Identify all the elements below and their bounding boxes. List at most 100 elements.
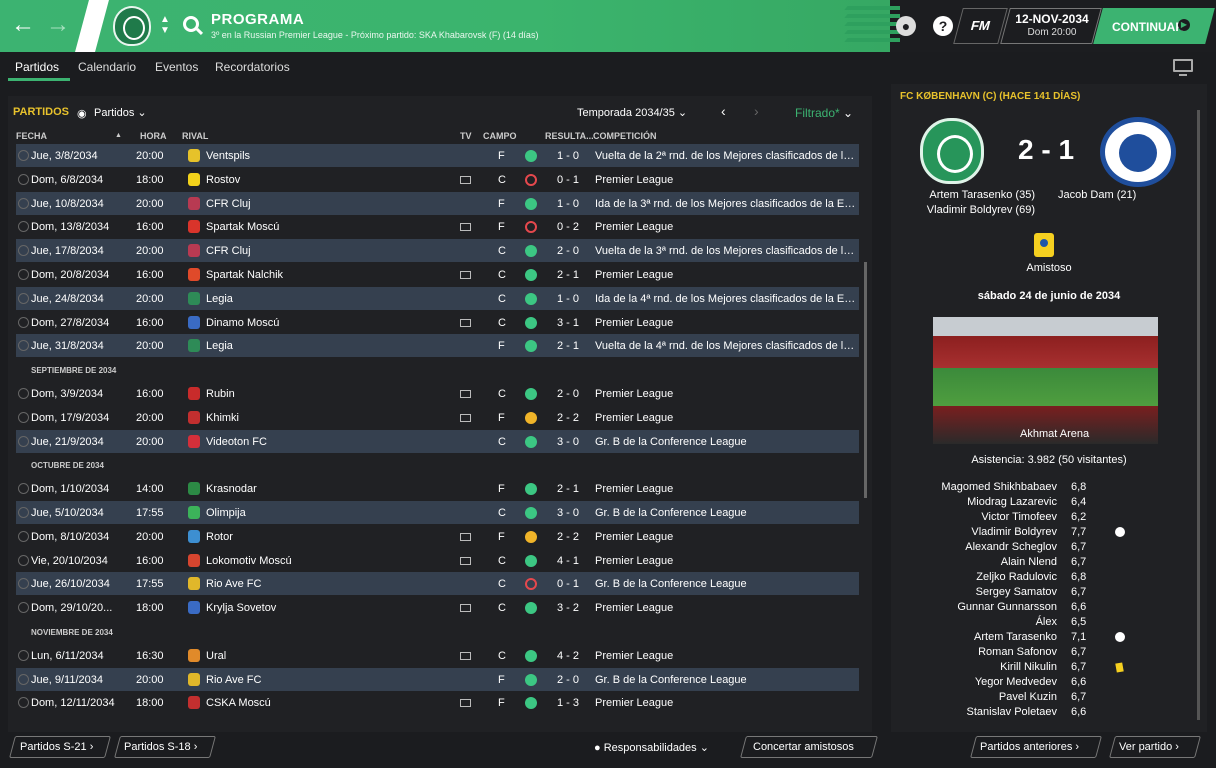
tab-recordatorios[interactable]: Recordatorios <box>215 60 290 74</box>
fixture-row[interactable]: Dom, 8/10/2034 20:00 Rotor F 2 - 2 Premier Le… <box>16 525 859 548</box>
fixture-row[interactable]: Jue, 5/10/2034 17:55 Olimpija C 3 - 0 Gr. B d… <box>16 501 859 524</box>
col-competicion[interactable]: COMPETICIÓN <box>593 131 657 141</box>
opponent-name[interactable]: CSKA Moscú <box>206 697 271 709</box>
fixture-row[interactable]: Dom, 3/9/2034 16:00 Rubin C 2 - 0 Premier Lea… <box>16 382 859 405</box>
player-rating-row[interactable]: Gunnar Gunnarsson 6,6 <box>891 600 1207 615</box>
opponent-name[interactable]: Videoton FC <box>206 436 267 448</box>
opponent-name[interactable]: CFR Cluj <box>206 245 251 257</box>
tab-partidos[interactable]: Partidos <box>15 60 59 74</box>
opponent-name[interactable]: Krasnodar <box>206 483 257 495</box>
fixture-row[interactable]: Jue, 17/8/2034 20:00 CFR Cluj C 2 - 0 Vuelta … <box>16 239 859 263</box>
opponent-badge-icon[interactable] <box>188 577 200 591</box>
opponent-badge-icon[interactable] <box>188 339 200 353</box>
eye-icon[interactable]: ◉ <box>77 107 87 120</box>
player-rating-row[interactable]: Roman Safonov 6,7 <box>891 645 1207 660</box>
fixture-row[interactable]: Dom, 6/8/2034 18:00 Rostov C 0 - 1 Premier Le… <box>16 168 859 191</box>
player-rating-row[interactable]: Stanislav Poletaev 6,6 <box>891 705 1207 720</box>
opponent-name[interactable]: Olimpija <box>206 507 246 519</box>
fixture-row[interactable]: Vie, 20/10/2034 16:00 Lokomotiv Moscú C 4 - … <box>16 549 859 572</box>
player-rating-row[interactable]: Miodrag Lazarevic 6,4 <box>891 495 1207 510</box>
fixture-row[interactable]: Jue, 3/8/2034 20:00 Ventspils F 1 - 0 Vuelta … <box>16 144 859 167</box>
search-icon[interactable] <box>183 16 199 32</box>
opponent-badge-icon[interactable] <box>188 291 200 305</box>
opponent-name[interactable]: Lokomotiv Moscú <box>206 555 292 567</box>
help-icon[interactable]: ? <box>933 16 953 36</box>
fixture-row[interactable]: Dom, 27/8/2034 16:00 Dinamo Moscú C 3 - 1 Pre… <box>16 311 859 334</box>
back-arrow-icon[interactable]: ← <box>8 12 38 38</box>
opponent-badge-icon[interactable] <box>188 648 200 662</box>
fixture-row[interactable]: Jue, 10/8/2034 20:00 CFR Cluj F 1 - 0 Ida de … <box>16 191 859 215</box>
opponent-badge-icon[interactable] <box>188 196 200 210</box>
col-campo[interactable]: CAMPO <box>483 131 517 141</box>
fixture-row[interactable]: Dom, 1/10/2034 14:00 Krasnodar F 2 - 1 Premie… <box>16 477 859 500</box>
player-rating-row[interactable]: Pavel Kuzin 6,7 <box>891 690 1207 705</box>
opponent-name[interactable]: CFR Cluj <box>206 198 251 210</box>
opponent-name[interactable]: Ventspils <box>206 150 250 162</box>
season-dropdown[interactable]: Temporada 2034/35 ⌄ <box>577 106 687 119</box>
col-tv[interactable]: TV <box>460 131 472 141</box>
view-dropdown[interactable]: Partidos ⌄ <box>94 106 147 119</box>
fm-menu-button[interactable]: FM <box>953 8 1008 44</box>
opponent-name[interactable]: Legia <box>206 340 233 352</box>
opponent-name[interactable]: Rostov <box>206 174 240 186</box>
fixture-row[interactable]: Jue, 21/9/2034 20:00 Videoton FC C 3 - 0 Gr. … <box>16 429 859 453</box>
opponent-name[interactable]: Krylja Sovetov <box>206 602 276 614</box>
fixture-row[interactable]: Jue, 24/8/2034 20:00 Legia C 1 - 0 Ida de la … <box>16 286 859 310</box>
fixture-row[interactable]: Dom, 12/11/2034 18:00 CSKA Moscú F 1 - 3 Prem… <box>16 691 859 714</box>
opponent-badge-icon[interactable] <box>188 410 200 424</box>
opponent-badge-icon[interactable] <box>188 172 200 186</box>
fixture-row[interactable]: Lun, 6/11/2034 16:30 Ural C 4 - 2 Premier Lea… <box>16 644 859 667</box>
home-team-crest[interactable] <box>920 118 984 184</box>
opponent-name[interactable]: Rubin <box>206 388 235 400</box>
fixture-row[interactable]: Jue, 26/10/2034 17:55 Rio Ave FC C 0 - 1 Gr. … <box>16 572 859 596</box>
fixtures-scrollbar[interactable] <box>864 262 867 498</box>
opponent-badge-icon[interactable] <box>188 672 200 686</box>
fixture-row[interactable]: Dom, 20/8/2034 16:00 Spartak Nalchik C 2 - 1… <box>16 263 859 286</box>
opponent-name[interactable]: Spartak Nalchik <box>206 269 283 281</box>
responsabilidades-dropdown[interactable]: ● Responsabilidades ⌄ <box>594 741 709 754</box>
fixture-row[interactable]: Dom, 29/10/20... 18:00 Krylja Sovetov C 3 - … <box>16 596 859 619</box>
opponent-badge-icon[interactable] <box>188 696 200 710</box>
opponent-name[interactable]: Rio Ave FC <box>206 578 261 590</box>
tab-calendario[interactable]: Calendario <box>78 60 136 74</box>
prev-season-icon[interactable]: ‹ <box>721 103 726 119</box>
next-season-icon[interactable]: › <box>754 103 759 119</box>
opponent-name[interactable]: Khimki <box>206 412 239 424</box>
opponent-name[interactable]: Dinamo Moscú <box>206 317 279 329</box>
opponent-badge-icon[interactable] <box>188 244 200 258</box>
filter-dropdown[interactable]: Filtrado* ⌄ <box>795 106 853 120</box>
opponent-badge-icon[interactable] <box>188 482 200 496</box>
stadium-image[interactable] <box>933 317 1158 444</box>
opponent-badge-icon[interactable] <box>188 529 200 543</box>
opponent-badge-icon[interactable] <box>188 506 200 519</box>
display-icon[interactable] <box>1173 59 1193 76</box>
away-team-crest[interactable] <box>1100 117 1176 187</box>
club-switch-chevrons-icon[interactable]: ▲ ▼ <box>160 14 170 36</box>
opponent-name[interactable]: Ural <box>206 650 226 662</box>
player-rating-row[interactable]: Alexandr Scheglov 6,7 <box>891 540 1207 555</box>
opponent-badge-icon[interactable] <box>188 434 200 448</box>
fixture-row[interactable]: Jue, 31/8/2034 20:00 Legia F 2 - 1 Vuelta de … <box>16 334 859 358</box>
opponent-badge-icon[interactable] <box>188 387 200 400</box>
player-rating-row[interactable]: Sergey Samatov 6,7 <box>891 585 1207 600</box>
opponent-badge-icon[interactable] <box>188 268 200 281</box>
fixture-row[interactable]: Dom, 17/9/2034 20:00 Khimki F 2 - 2 Premier L… <box>16 406 859 429</box>
col-hora[interactable]: HORA <box>140 131 167 141</box>
world-icon[interactable]: ● <box>896 16 916 36</box>
fixture-row[interactable]: Dom, 13/8/2034 16:00 Spartak Moscú F 0 - 2 Pr… <box>16 215 859 238</box>
opponent-badge-icon[interactable] <box>188 220 200 234</box>
opponent-badge-icon[interactable] <box>188 601 200 615</box>
player-rating-row[interactable]: Magomed Shikhbabaev 6,8 <box>891 480 1207 495</box>
player-rating-row[interactable]: Álex 6,5 <box>891 615 1207 630</box>
col-resultado[interactable]: RESULTA... <box>545 131 594 141</box>
forward-arrow-icon[interactable]: → <box>43 12 73 38</box>
opponent-badge-icon[interactable] <box>188 315 200 329</box>
player-rating-row[interactable]: Victor Timofeev 6,2 <box>891 510 1207 525</box>
player-rating-row[interactable]: Vladimir Boldyrev 7,7 <box>891 525 1207 540</box>
col-rival[interactable]: RIVAL <box>182 131 208 141</box>
player-rating-row[interactable]: Alain Nlend 6,7 <box>891 555 1207 570</box>
opponent-badge-icon[interactable] <box>188 149 200 162</box>
opponent-name[interactable]: Rio Ave FC <box>206 674 261 686</box>
detail-scrollbar[interactable] <box>1197 110 1200 720</box>
opponent-name[interactable]: Spartak Moscú <box>206 221 279 233</box>
